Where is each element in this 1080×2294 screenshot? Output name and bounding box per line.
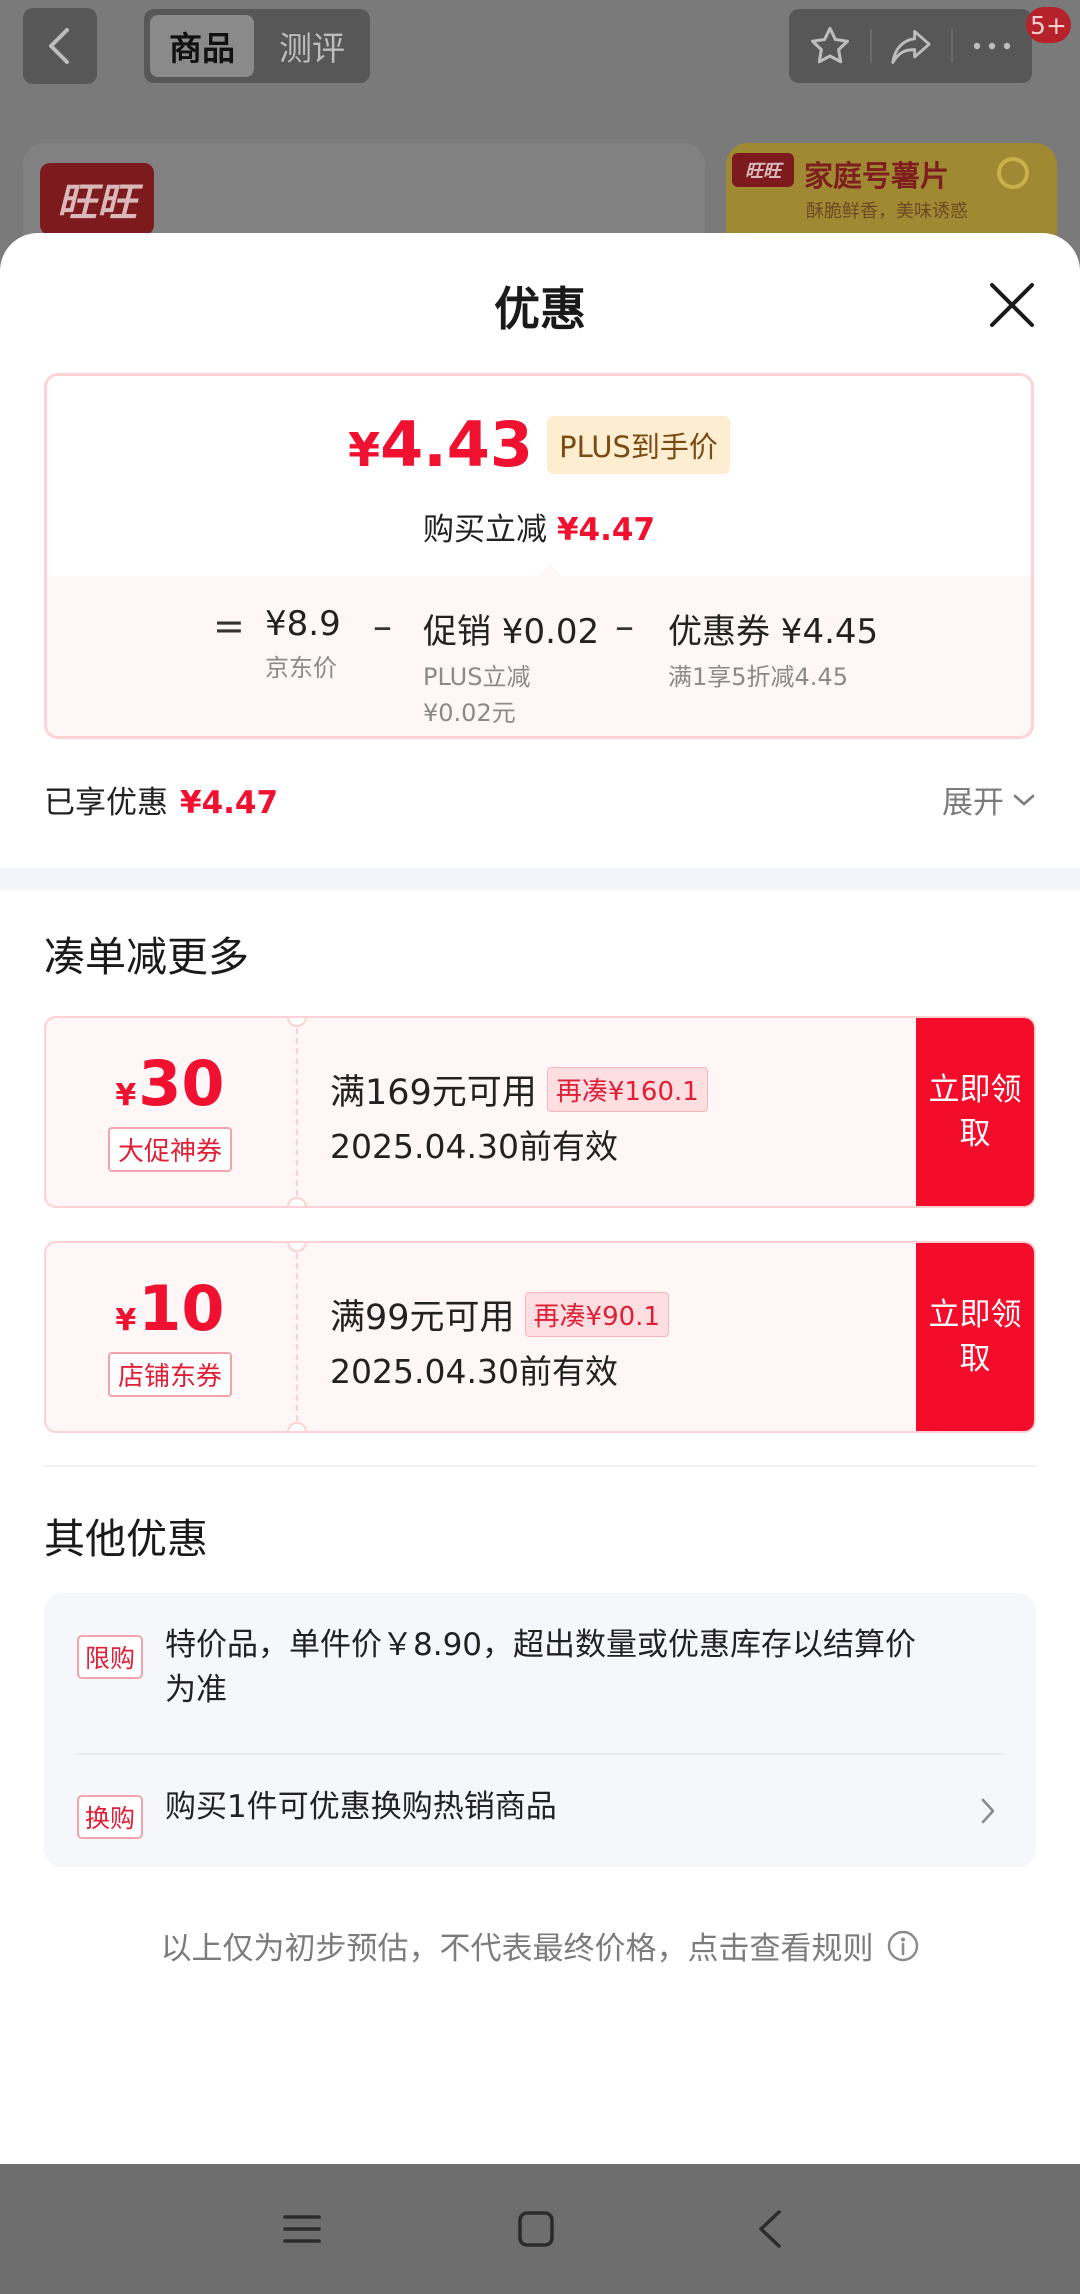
menu-icon bbox=[283, 2215, 321, 2243]
coupon-remaining-badge: 再凑¥160.1 bbox=[546, 1067, 708, 1112]
sheet-title: 优惠 bbox=[494, 282, 586, 336]
discount-sheet: 优惠 ¥4.43 PLUS到手价 购买立减 ¥4.47 = ¥8.9 京东价 – … bbox=[0, 233, 1080, 2165]
purchase-limit-tag: 限购 bbox=[77, 1635, 144, 1679]
message-badge: 5+ bbox=[1026, 7, 1071, 43]
share-button[interactable] bbox=[870, 9, 951, 83]
expand-label: 展开 bbox=[942, 785, 1004, 821]
coupon-card: ¥30 大促神券 满169元可用 再凑¥160.1 2025.04.30前有效 … bbox=[44, 1016, 1036, 1208]
offer-separator bbox=[77, 1753, 1003, 1755]
plus-price-badge: PLUS到手价 bbox=[547, 416, 730, 474]
close-button[interactable] bbox=[984, 277, 1040, 333]
reduce-amount: ¥4.47 bbox=[556, 512, 656, 548]
coupon-type-tag: 大促神券 bbox=[107, 1126, 232, 1172]
currency-symbol: ¥ bbox=[348, 423, 381, 477]
equals-sign: = bbox=[213, 604, 245, 648]
other-offers-title: 其他优惠 bbox=[44, 1515, 208, 1563]
chevron-right-icon[interactable] bbox=[980, 1797, 996, 1825]
coupon-amount: ¥10 bbox=[115, 1277, 224, 1340]
coupon-amount-value: 30 bbox=[138, 1046, 225, 1120]
home-button[interactable] bbox=[506, 2204, 566, 2254]
promotion-value: 促销 ¥0.02 bbox=[423, 612, 600, 652]
back-icon bbox=[49, 28, 69, 64]
back-icon bbox=[759, 2210, 781, 2248]
ad-title: 家庭号薯片 bbox=[804, 159, 950, 193]
minus-sign: – bbox=[615, 604, 634, 648]
back-button[interactable] bbox=[23, 8, 97, 84]
other-offers-list: 限购 特价品，单件价￥8.90，超出数量或优惠库存以结算价为准 换购 购买1件可… bbox=[44, 1593, 1036, 1867]
coupon-amount-value: 10 bbox=[138, 1271, 225, 1345]
coupon-condition-text: 满169元可用 bbox=[330, 1073, 537, 1113]
favorite-button[interactable] bbox=[789, 9, 870, 83]
ad-decoration bbox=[997, 157, 1029, 189]
breakdown-promotion: 促销 ¥0.02 PLUS立减 ¥0.02元 bbox=[423, 604, 599, 731]
expand-button[interactable]: 展开 bbox=[942, 777, 1036, 822]
coupon-divider bbox=[296, 1028, 298, 1196]
ad-subtitle: 酥脆鲜香，美味诱惑 bbox=[806, 201, 968, 222]
final-price-line: ¥4.43 PLUS到手价 bbox=[47, 414, 1031, 476]
coupon-section-title: 凑单减更多 bbox=[44, 933, 249, 981]
exchange-tag: 换购 bbox=[77, 1795, 144, 1839]
star-icon bbox=[810, 26, 849, 64]
breakdown-pointer bbox=[538, 564, 562, 576]
section-divider bbox=[44, 1465, 1036, 1467]
claim-coupon-button[interactable]: 立即领取 bbox=[916, 1243, 1034, 1431]
coupon-divider bbox=[296, 1253, 298, 1421]
chevron-down-icon bbox=[1013, 794, 1035, 805]
ad-logo: 旺旺 bbox=[732, 153, 794, 187]
purchase-limit-text: 特价品，单件价￥8.90，超出数量或优惠库存以结算价为准 bbox=[165, 1627, 917, 1708]
list-price-label: 京东价 bbox=[265, 654, 337, 682]
close-icon bbox=[990, 283, 1034, 327]
header-actions bbox=[789, 9, 1032, 83]
more-button[interactable] bbox=[951, 9, 1032, 83]
coupon-condition: 满169元可用 再凑¥160.1 bbox=[330, 1064, 708, 1115]
coupon-amount: ¥30 bbox=[115, 1052, 224, 1115]
coupon-validity: 2025.04.30前有效 bbox=[330, 1127, 618, 1166]
promotion-label: PLUS立减 ¥0.02元 bbox=[423, 663, 531, 727]
minus-sign: – bbox=[373, 604, 392, 648]
saved-label: 已享优惠 bbox=[44, 785, 168, 821]
recent-apps-button[interactable] bbox=[272, 2204, 332, 2254]
tab-goods[interactable]: 商品 bbox=[150, 15, 254, 77]
final-price-value: 4.43 bbox=[380, 408, 534, 481]
header-tabs: 商品 测评 bbox=[144, 9, 370, 83]
currency-symbol: ¥ bbox=[115, 1302, 137, 1338]
nav-back-button[interactable] bbox=[740, 2204, 800, 2254]
coupon-face: ¥10 店铺东券 bbox=[46, 1243, 294, 1431]
coupon-label: 满1享5折减4.45 bbox=[668, 663, 848, 691]
more-icon bbox=[973, 42, 1010, 50]
list-price-value: ¥8.9 bbox=[265, 604, 341, 644]
exchange-offer-text[interactable]: 购买1件可优惠换购热销商品 bbox=[165, 1785, 945, 1830]
saved-amount: ¥4.47 bbox=[180, 785, 279, 821]
disclaimer-text: 以上仅为初步预估，不代表最终价格，点击查看规则 bbox=[160, 1931, 874, 1967]
coupon-face: ¥30 大促神券 bbox=[46, 1018, 294, 1206]
coupon-remaining-badge: 再凑¥90.1 bbox=[524, 1292, 669, 1337]
tab-review[interactable]: 测评 bbox=[260, 15, 364, 77]
disclaimer[interactable]: 以上仅为初步预估，不代表最终价格，点击查看规则 bbox=[0, 1923, 1080, 1968]
final-price: ¥4.43 bbox=[348, 414, 533, 476]
currency-symbol: ¥ bbox=[115, 1077, 137, 1113]
saved-discount: 已享优惠 ¥4.47 bbox=[44, 777, 278, 822]
breakdown-coupon: 优惠券 ¥4.45 满1享5折减4.45 bbox=[668, 604, 878, 695]
coupon-card: ¥10 店铺东券 满99元可用 再凑¥90.1 2025.04.30前有效 立即… bbox=[44, 1241, 1036, 1433]
claim-coupon-button[interactable]: 立即领取 bbox=[916, 1018, 1034, 1206]
coupon-condition-text: 满99元可用 bbox=[330, 1298, 515, 1338]
reduce-label: 购买立减 bbox=[422, 512, 547, 548]
system-nav-bar bbox=[0, 2164, 1080, 2294]
info-icon bbox=[887, 1930, 918, 1961]
section-gap bbox=[0, 868, 1080, 890]
coupon-type-tag: 店铺东券 bbox=[107, 1351, 232, 1397]
breakdown-list-price: ¥8.9 京东价 bbox=[265, 604, 341, 686]
coupon-value: 优惠券 ¥4.45 bbox=[668, 612, 879, 652]
coupon-validity: 2025.04.30前有效 bbox=[330, 1352, 618, 1391]
coupon-condition: 满99元可用 再凑¥90.1 bbox=[330, 1289, 669, 1340]
instant-reduce-line: 购买立减 ¥4.47 bbox=[47, 504, 1031, 549]
price-breakdown: = ¥8.9 京东价 – 促销 ¥0.02 PLUS立减 ¥0.02元 – 优惠… bbox=[47, 564, 1031, 736]
brand-logo: 旺旺 bbox=[40, 163, 154, 235]
coupon-notch bbox=[287, 1197, 307, 1206]
coupon-notch bbox=[287, 1422, 307, 1431]
share-icon bbox=[890, 30, 931, 64]
price-summary: ¥4.43 PLUS到手价 购买立减 ¥4.47 = ¥8.9 京东价 – 促销 … bbox=[44, 373, 1034, 739]
home-icon bbox=[518, 2211, 554, 2247]
